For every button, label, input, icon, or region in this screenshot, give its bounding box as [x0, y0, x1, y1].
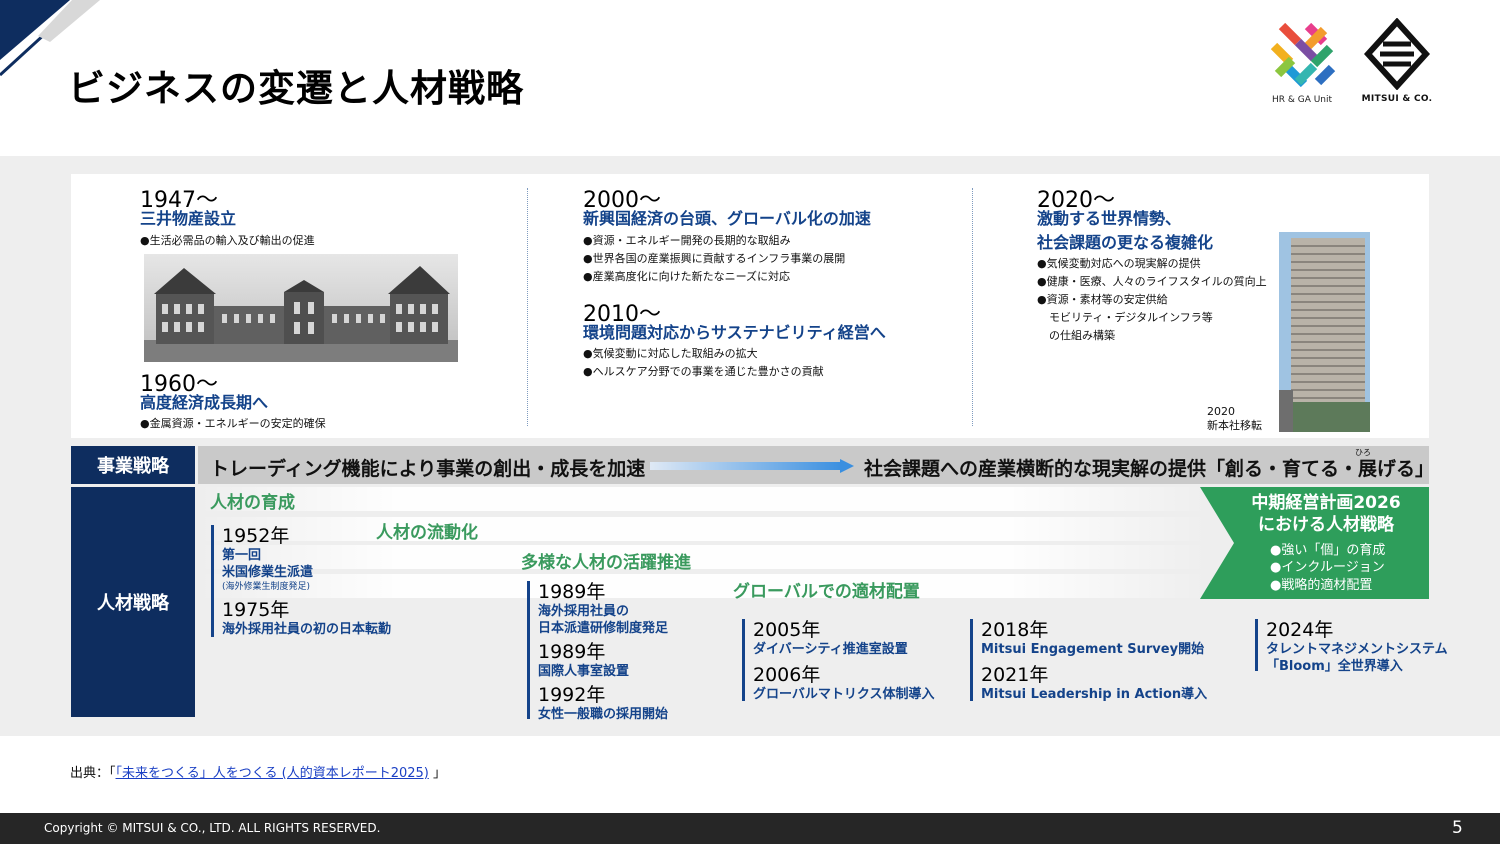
business-strategy-right: 社会課題への産業横断的な現実解の提供「創る・育てる・展げる」 [864, 458, 1435, 480]
new-headquarters-photo [1279, 232, 1370, 432]
event-group: 1952年 第一回 米国修業生派遣 (海外修業生制度発足) 1975年 海外採用… [211, 525, 391, 637]
era-bullet: ●健康・医療、人々のライフスタイルの質向上 [1037, 275, 1267, 288]
source-prefix: 出典：「 [70, 766, 116, 781]
event-year: 1992年 [538, 684, 606, 706]
source-suffix: 」 [428, 766, 446, 781]
business-strategy-label: 事業戦略 [71, 446, 195, 484]
event-text: Mitsui Leadership in Action導入 [981, 687, 1208, 702]
page-title: ビジネスの変遷と人材戦略 [68, 67, 524, 110]
era-title: 社会課題の更なる複雑化 [1037, 233, 1214, 252]
event-group: 1989年 海外採用社員の 日本派遣研修制度発足 1989年 国際人事室設置 1… [527, 581, 669, 722]
photo-caption: 2020 [1207, 405, 1235, 418]
event-note: (海外修業生制度発足) [222, 582, 311, 592]
event-year: 1952年 [222, 525, 290, 547]
event-year: 2024年 [1266, 619, 1334, 641]
event-group: 2024年 タレントマネジメントシステム 「Bloom」全世界導入 [1255, 619, 1448, 674]
era-title: 新興国経済の台頭、グローバル化の加速 [583, 209, 871, 228]
phase-stripe [198, 487, 1208, 511]
event-text: Mitsui Engagement Survey開始 [981, 642, 1205, 657]
phase-label: 人材の育成 [210, 493, 295, 513]
source-citation: 出典：「「未来をつくる」人をつくる (人的資本レポート2025) 」 [70, 762, 446, 781]
era-bullet: ●気候変動に対応した取組みの拡大 [583, 347, 758, 360]
plan-title-line: 中期経営計画2026 [1251, 493, 1401, 513]
hr-ga-logo-text: HR & GA Unit [1271, 95, 1333, 105]
event-group: 2018年 Mitsui Engagement Survey開始 2021年 M… [970, 619, 1208, 702]
plan-item: ●戦略的適材配置 [1270, 578, 1373, 593]
event-year: 2005年 [753, 619, 821, 641]
event-text: 国際人事室設置 [538, 664, 630, 679]
event-text: 女性一般職の採用開始 [538, 707, 669, 722]
event-year: 2006年 [753, 664, 821, 686]
era-bullet: ●世界各国の産業振興に貢献するインフラ事業の展開 [583, 252, 846, 265]
page-number: 5 [1452, 818, 1463, 838]
era-bullet: ●金属資源・エネルギーの安定的確保 [140, 417, 326, 430]
event-text: 海外採用社員の [538, 604, 630, 619]
mitsui-logo-icon [1364, 18, 1430, 90]
event-year: 2018年 [981, 619, 1049, 641]
era-title: 三井物産設立 [140, 209, 237, 228]
timeline-divider [972, 188, 973, 426]
photo-caption: 新本社移転 [1207, 419, 1262, 432]
phase-label: グローバルでの適材配置 [733, 582, 920, 602]
event-year: 2021年 [981, 664, 1049, 686]
event-text: 日本派遣研修制度発足 [538, 621, 669, 636]
event-text: 米国修業生派遣 [222, 565, 314, 580]
event-text: グローバルマトリクス体制導入 [753, 687, 935, 702]
era-bullet: ●生活必需品の輸入及び輸出の促進 [140, 234, 315, 247]
era-title: 環境問題対応からサステナビリティ経営へ [583, 323, 886, 342]
phase-label: 人材の流動化 [376, 523, 478, 543]
era-bullet: ●産業高度化に向けた新たなニーズに対応 [583, 270, 791, 283]
business-strategy-left: トレーディング機能により事業の創出・成長を加速 [210, 458, 646, 480]
era-bullet: ●資源・エネルギー開発の長期的な取組み [583, 234, 791, 247]
hr-strategy-label: 人材戦略 [71, 487, 195, 717]
historic-building-photo [144, 254, 458, 362]
era-bullet: ●資源・素材等の安定供給 [1037, 293, 1168, 306]
event-text: 「Bloom」全世界導入 [1266, 659, 1403, 674]
source-link[interactable]: 「未来をつくる」人をつくる (人的資本レポート2025) [116, 766, 429, 781]
event-year: 1989年 [538, 641, 606, 663]
event-year: 1975年 [222, 599, 290, 621]
plan-item: ●インクルージョン [1270, 560, 1385, 575]
timeline-divider [527, 188, 528, 426]
era-bullet: ●ヘルスケア分野での事業を通じた豊かさの貢献 [583, 365, 824, 378]
era-title: 激動する世界情勢、 [1037, 209, 1182, 228]
event-text: 第一回 [222, 548, 262, 563]
era-bullet: ●気候変動対応への現実解の提供 [1037, 257, 1201, 270]
era-bullet: の仕組み構築 [1049, 329, 1115, 342]
event-text: タレントマネジメントシステム [1266, 642, 1448, 657]
event-text: ダイバーシティ推進室設置 [753, 642, 908, 657]
era-title: 高度経済成長期へ [140, 393, 269, 412]
event-year: 1989年 [538, 581, 606, 603]
phase-label: 多様な人材の活躍推進 [521, 553, 691, 573]
era-bullet: モビリティ・デジタルインフラ等 [1049, 311, 1213, 324]
mitsui-logo-text: MITSUI & CO. [1361, 94, 1433, 104]
plan-title: 中期経営計画2026 における人材戦略 [1236, 492, 1416, 536]
event-text: 海外採用社員の初の日本転勤 [222, 622, 392, 637]
event-group: 2005年 ダイバーシティ推進室設置 2006年 グローバルマトリクス体制導入 [742, 619, 935, 702]
arrow-right-icon [650, 459, 854, 473]
hr-ga-logo-icon [1270, 22, 1336, 88]
plan-title-line: における人材戦略 [1258, 515, 1394, 535]
copyright-text: Copyright © MITSUI & CO., LTD. ALL RIGHT… [44, 821, 381, 835]
